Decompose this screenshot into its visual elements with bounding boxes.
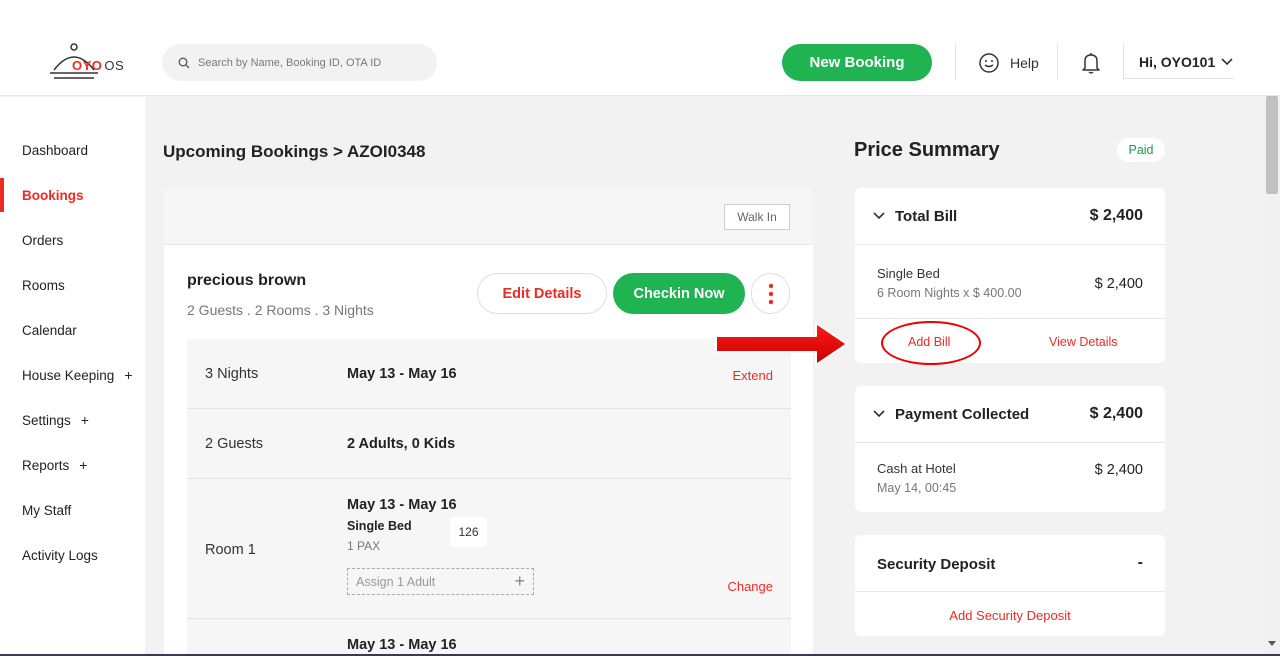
booking-summary: 2 Guests . 2 Rooms . 3 Nights (187, 302, 374, 318)
payment-method: Cash at Hotel (877, 461, 956, 476)
sidebar-item-dashboard[interactable]: Dashboard (0, 133, 145, 167)
sidebar-item-my-staff[interactable]: My Staff (0, 493, 145, 527)
nights-row: 3 Nights May 13 - May 16 Extend (187, 339, 791, 409)
sidebar-item-house-keeping[interactable]: House Keeping + (0, 358, 145, 392)
chevron-down-icon (873, 410, 885, 418)
breadcrumb: Upcoming Bookings > AZOI0348 (163, 142, 426, 161)
help-label: Help (1010, 55, 1039, 71)
user-menu[interactable]: Hi, OYO101 (1139, 54, 1233, 70)
header-divider (1123, 44, 1124, 80)
add-plus-icon: + (514, 571, 525, 591)
nights-label: 3 Nights (205, 366, 259, 382)
sidebar-item-orders[interactable]: Orders (0, 223, 145, 257)
extend-link[interactable]: Extend (733, 368, 773, 383)
search-icon (178, 57, 190, 68)
search-placeholder: Search by Name, Booking ID, OTA ID (198, 56, 382, 69)
view-details-link[interactable]: View Details (1049, 335, 1118, 349)
payment-collected-amount: $ 2,400 (1089, 405, 1143, 422)
security-deposit-header: Security Deposit - (855, 535, 1165, 592)
highlight-ellipse (881, 321, 981, 365)
booking-details: 3 Nights May 13 - May 16 Extend 2 Guests… (187, 339, 791, 656)
payment-time: May 14, 00:45 (877, 481, 957, 495)
payment-collected-label: Payment Collected (895, 406, 1030, 423)
annotation-arrow-icon (715, 322, 848, 366)
bill-line-title: Single Bed (877, 266, 940, 281)
stay-dates: May 13 - May 16 (347, 366, 457, 382)
bill-line-amount: $ 2,400 (1094, 276, 1143, 292)
payment-status-badge: Paid (1117, 138, 1165, 162)
room-pax: 1 PAX (347, 539, 381, 553)
change-room-link[interactable]: Change (727, 579, 773, 594)
security-deposit-label: Security Deposit (877, 556, 996, 573)
room-2-row: May 13 - May 16 (187, 619, 791, 656)
guests-breakdown: 2 Adults, 0 Kids (347, 436, 456, 452)
sidebar-item-bookings[interactable]: Bookings (0, 178, 145, 212)
more-options-button[interactable] (751, 273, 790, 314)
guest-name: precious brown (187, 272, 307, 289)
add-security-deposit-link[interactable]: Add Security Deposit (855, 608, 1165, 623)
expand-plus-icon: + (80, 412, 89, 428)
top-header: OYO OS Search by Name, Booking ID, OTA ID… (0, 0, 1280, 96)
room-1-row: Room 1 May 13 - May 16 Single Bed 1 PAX … (187, 479, 791, 619)
guests-label: 2 Guests (205, 436, 264, 452)
assign-guest-field[interactable]: Assign 1 Adult + (347, 568, 534, 595)
user-menu-underline (1124, 78, 1234, 79)
bill-line-detail: 6 Room Nights x $ 400.00 (877, 286, 1022, 300)
logo-text: OYO OS (72, 58, 125, 73)
scrollbar-thumb[interactable] (1266, 96, 1278, 194)
room-type: Single Bed (347, 519, 412, 533)
sidebar: Dashboard Bookings Orders Rooms Calendar… (0, 97, 145, 656)
room-dates: May 13 - May 16 (347, 637, 457, 653)
notifications-button[interactable] (1080, 51, 1102, 80)
payment-collected-header[interactable]: Payment Collected $ 2,400 (855, 386, 1165, 443)
guests-row: 2 Guests 2 Adults, 0 Kids (187, 409, 791, 479)
total-bill-header[interactable]: Total Bill $ 2,400 (855, 188, 1165, 245)
chevron-down-icon (1221, 58, 1233, 66)
room-label: Room 1 (205, 542, 256, 558)
total-bill-amount: $ 2,400 (1089, 207, 1143, 224)
chevron-down-icon (873, 212, 885, 220)
room-number[interactable]: 126 (450, 517, 487, 547)
user-greeting: Hi, OYO101 (1139, 54, 1216, 70)
expand-plus-icon: + (79, 457, 88, 473)
sidebar-item-calendar[interactable]: Calendar (0, 313, 145, 347)
room-dates: May 13 - May 16 (347, 497, 457, 513)
booking-card-header: Walk In (164, 188, 813, 245)
kebab-menu-icon (768, 283, 773, 304)
sidebar-item-settings[interactable]: Settings + (0, 403, 145, 437)
security-deposit-panel: Security Deposit - Add Security Deposit (855, 535, 1165, 636)
walk-in-badge: Walk In (724, 204, 790, 230)
security-deposit-amount: - (1137, 554, 1143, 571)
expand-plus-icon: + (124, 367, 133, 383)
price-summary-title: Price Summary (854, 139, 1000, 161)
header-divider (955, 44, 956, 80)
new-booking-button[interactable]: New Booking (782, 44, 932, 81)
help-smiley-icon (979, 53, 999, 73)
sidebar-item-rooms[interactable]: Rooms (0, 268, 145, 302)
booking-card: Walk In precious brown 2 Guests . 2 Room… (164, 188, 813, 656)
sidebar-item-reports[interactable]: Reports + (0, 448, 145, 482)
bell-icon (1082, 53, 1100, 74)
search-input[interactable]: Search by Name, Booking ID, OTA ID (162, 44, 437, 81)
scroll-down-icon[interactable] (1267, 640, 1277, 648)
sidebar-item-activity-logs[interactable]: Activity Logs (0, 538, 145, 572)
help-button[interactable]: Help (978, 52, 1039, 74)
total-bill-label: Total Bill (895, 208, 958, 225)
payment-amount: $ 2,400 (1094, 462, 1143, 478)
header-divider (1057, 44, 1058, 80)
oyo-os-logo[interactable]: OYO OS (48, 42, 128, 84)
edit-details-button[interactable]: Edit Details (477, 273, 607, 314)
checkin-now-button[interactable]: Checkin Now (613, 273, 745, 314)
payment-collected-panel: Payment Collected $ 2,400 Cash at Hotel … (855, 386, 1165, 512)
